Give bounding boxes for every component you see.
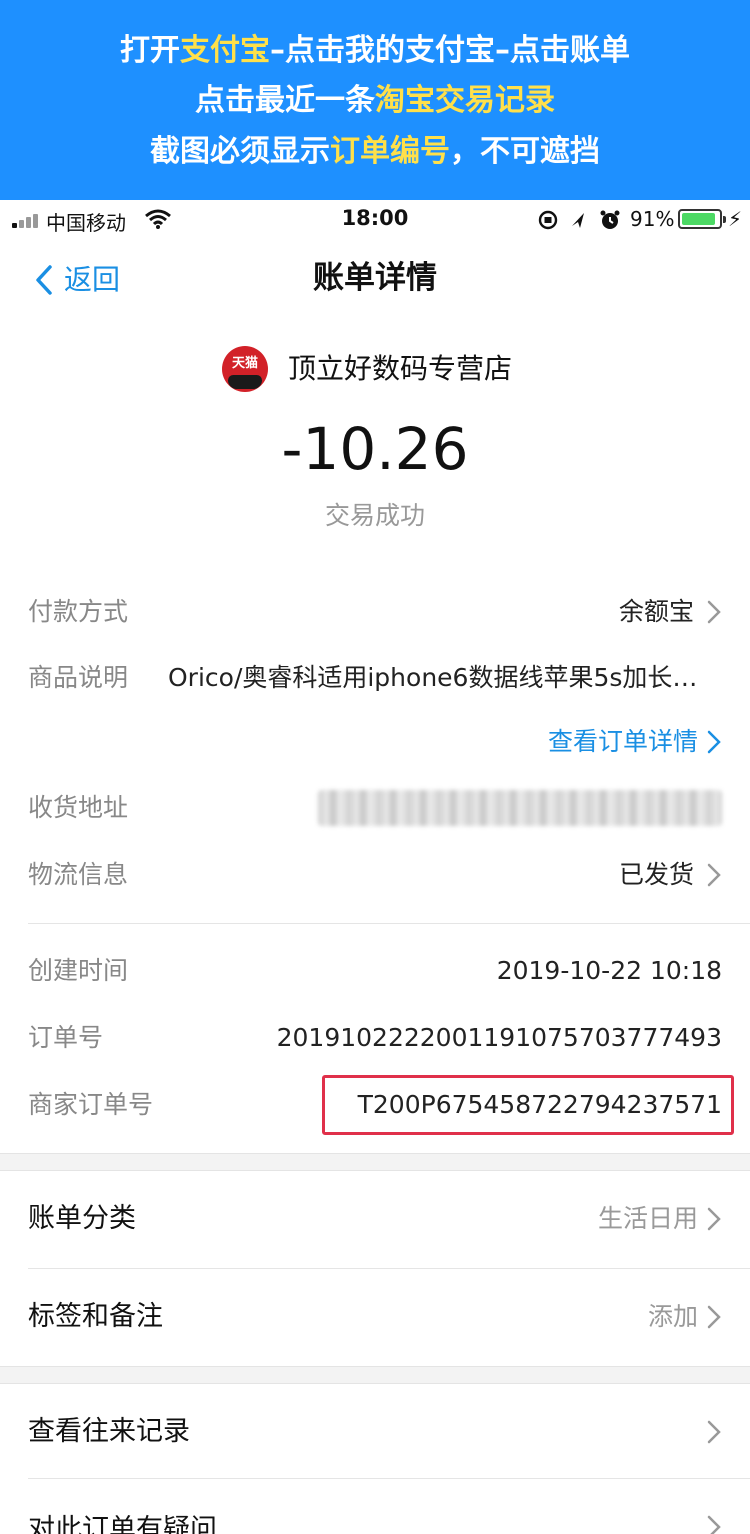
row-value: 已发货 xyxy=(618,860,694,889)
chevron-right-icon xyxy=(707,1420,721,1444)
row-label: 商家订单号 xyxy=(28,1090,154,1119)
row-value: 2019102222001191075703777493 xyxy=(276,1023,722,1052)
chevron-right-icon xyxy=(707,863,721,887)
section-gap xyxy=(0,1366,750,1384)
row-label: 商品说明 xyxy=(28,663,129,692)
location-arrow-icon xyxy=(572,213,584,228)
chevron-right-icon xyxy=(707,1305,721,1329)
row-value: 添加 xyxy=(647,1302,698,1331)
chevron-right-icon xyxy=(707,730,721,754)
order-question-row[interactable]: 对此订单有疑问 xyxy=(0,1484,750,1534)
row-label: 付款方式 xyxy=(28,597,129,626)
row-label: 创建时间 xyxy=(28,956,129,985)
battery-fill xyxy=(682,213,715,225)
alarm-clock-icon xyxy=(600,210,620,229)
section-gap xyxy=(0,1153,750,1171)
transaction-amount: -10.26 xyxy=(281,415,469,483)
highlight-box xyxy=(322,1075,734,1135)
banner-text: 点击最近一条 xyxy=(195,83,375,118)
blurred-address xyxy=(318,790,722,826)
row-label: 收货地址 xyxy=(28,793,129,822)
bill-category-row[interactable]: 账单分类 生活日用 xyxy=(0,1171,750,1267)
tags-notes-row[interactable]: 标签和备注 添加 xyxy=(0,1269,750,1365)
banner-text: –点击我的支付宝–点击账单 xyxy=(270,33,630,68)
divider xyxy=(28,1478,750,1479)
payment-method-row[interactable]: 付款方式 余额宝 xyxy=(28,590,722,634)
row-label: 订单号 xyxy=(28,1023,104,1052)
banner-line-1: 打开支付宝–点击我的支付宝–点击账单 xyxy=(0,31,750,71)
banner-line-3: 截图必须显示订单编号，不可遮挡 xyxy=(0,132,750,172)
row-label: 账单分类 xyxy=(28,1203,136,1234)
battery-icon xyxy=(678,209,726,229)
chevron-right-icon xyxy=(707,1207,721,1231)
navigation-bar: 返回 账单详情 xyxy=(0,240,750,320)
view-history-row[interactable]: 查看往来记录 xyxy=(0,1384,750,1480)
row-label: 物流信息 xyxy=(28,860,129,889)
row-value: 生活日用 xyxy=(597,1204,698,1233)
row-value: 2019-10-22 10:18 xyxy=(496,956,722,985)
row-label: 对此订单有疑问 xyxy=(28,1514,217,1534)
row-value: Orico/奥睿科适用iphone6数据线苹果5s加长… xyxy=(168,663,698,692)
banner-highlight: 支付宝 xyxy=(180,33,270,68)
page-title: 账单详情 xyxy=(313,260,437,296)
view-order-details-link[interactable]: 查看订单详情 xyxy=(0,720,750,764)
transaction-status: 交易成功 xyxy=(324,501,425,530)
logo-text: 天猫 xyxy=(231,356,258,371)
rotation-lock-icon xyxy=(538,210,558,230)
chevron-right-icon xyxy=(707,1515,721,1534)
row-value: 余额宝 xyxy=(618,597,694,626)
banner-text: 打开 xyxy=(120,33,180,68)
row-label: 标签和备注 xyxy=(28,1301,163,1332)
goods-description-row: 商品说明 Orico/奥睿科适用iphone6数据线苹果5s加长… xyxy=(28,656,722,700)
banner-text: ，不可遮挡 xyxy=(450,134,600,169)
status-bar: 中国移动 18:00 91% ⚡ xyxy=(0,200,750,240)
tmall-logo: 天猫 xyxy=(222,346,268,392)
created-time-row: 创建时间 2019-10-22 10:18 xyxy=(28,949,722,993)
chevron-right-icon xyxy=(707,600,721,624)
instruction-banner: 打开支付宝–点击我的支付宝–点击账单 点击最近一条淘宝交易记录 截图必须显示订单… xyxy=(0,0,750,200)
order-number-row: 订单号 2019102222001191075703777493 xyxy=(28,1016,722,1060)
banner-highlight: 淘宝交易记录 xyxy=(375,83,555,118)
banner-text: 截图必须显示 xyxy=(150,134,330,169)
row-label: 查看往来记录 xyxy=(28,1416,190,1447)
link-label: 查看订单详情 xyxy=(547,727,698,756)
divider xyxy=(28,923,750,924)
logistics-row[interactable]: 物流信息 已发货 xyxy=(28,853,722,897)
status-icons xyxy=(538,210,620,230)
merchant-name: 顶立好数码专营店 xyxy=(288,352,513,385)
banner-highlight: 订单编号 xyxy=(330,134,450,169)
merchant-header: 天猫 顶立好数码专营店 xyxy=(0,340,750,396)
battery-percent: 91% xyxy=(630,207,675,231)
banner-line-2: 点击最近一条淘宝交易记录 xyxy=(0,81,750,121)
charging-icon: ⚡ xyxy=(728,207,743,231)
